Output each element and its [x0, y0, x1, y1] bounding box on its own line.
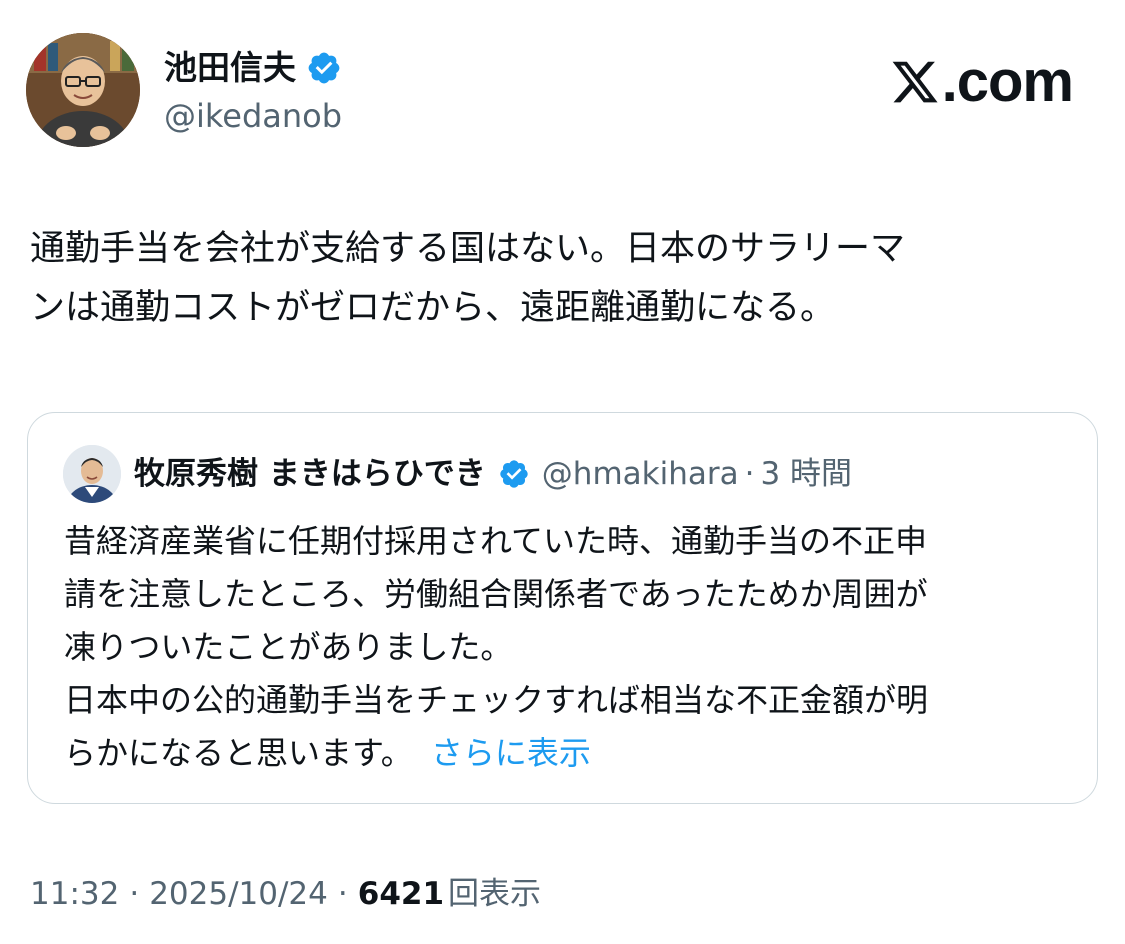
author-avatar[interactable] — [26, 33, 140, 147]
author-name-row[interactable]: 池田信夫 — [164, 44, 342, 92]
views-label: 回表示 — [448, 876, 542, 912]
quote-header: 牧原秀樹 まきはらひでき @hmakihara · 3 時間 — [134, 451, 852, 497]
verified-badge-icon — [306, 50, 342, 86]
x-logo-icon — [890, 57, 940, 107]
x-com-brand: .com — [890, 49, 1074, 114]
quote-verified-badge-icon — [498, 458, 530, 490]
tweet-screenshot: 池田信夫 @ikedanob .com 通勤手当を会社が支給する国はない。日本の… — [0, 0, 1125, 944]
tweet-time[interactable]: 11:32 — [30, 870, 119, 918]
quote-separator: · — [744, 456, 755, 492]
tweet-meta: 11:32 · 2025/10/24 · 6421 回表示 — [30, 870, 541, 918]
author-handle[interactable]: @ikedanob — [164, 94, 342, 138]
tweet-text: 通勤手当を会社が支給する国はない。日本のサラリーマ ンは通勤コストがゼロだから、… — [30, 229, 906, 328]
quote-author-avatar[interactable] — [63, 445, 121, 503]
tweet-date[interactable]: 2025/10/24 — [149, 870, 328, 918]
show-more-link[interactable]: さらに表示 — [431, 734, 591, 772]
quote-text-block: 昔経済産業省に任期付採用されていた時、通勤手当の不正申 請を注意したところ、労働… — [64, 515, 1064, 780]
quote-handle[interactable]: @hmakihara — [542, 451, 739, 497]
meta-separator-2: · — [337, 876, 348, 912]
quote-display-name[interactable]: 牧原秀樹 まきはらひでき — [134, 451, 486, 497]
author-display-name[interactable]: 池田信夫 — [164, 44, 296, 92]
quoted-tweet-card[interactable]: 牧原秀樹 まきはらひでき @hmakihara · 3 時間 昔経済産業省に任期… — [27, 412, 1098, 804]
quote-timestamp[interactable]: 3 時間 — [760, 451, 852, 497]
brand-domain-text: .com — [941, 49, 1074, 114]
views-count: 6421 — [357, 876, 445, 912]
meta-separator: · — [129, 876, 140, 912]
